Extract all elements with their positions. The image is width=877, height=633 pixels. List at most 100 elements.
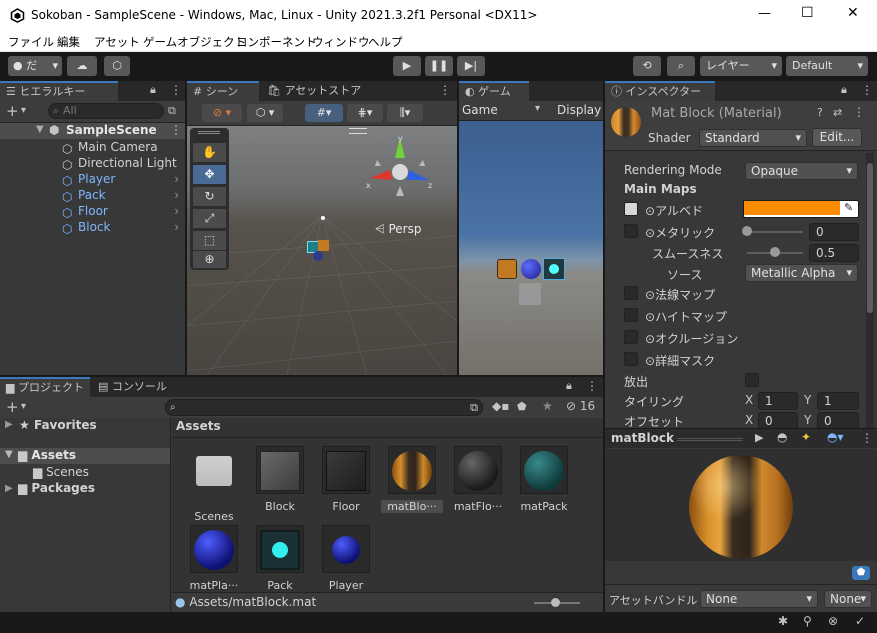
emission-checkbox[interactable] xyxy=(745,373,759,387)
asset-item[interactable]: Player xyxy=(315,525,377,592)
metallic-input[interactable]: 0 xyxy=(809,223,859,241)
scene-visibility-icon[interactable]: ⧉ xyxy=(168,104,176,118)
detail-mask-slot[interactable] xyxy=(624,352,638,366)
tab-hierarchy[interactable]: ☰ ヒエラルキー xyxy=(0,81,118,101)
asset-bundle-variant-dropdown[interactable]: None xyxy=(824,590,872,608)
asset-item[interactable]: matBlo··· xyxy=(381,446,443,513)
move-tool[interactable]: ✥ xyxy=(193,165,226,184)
account-dropdown[interactable]: ● だ ▾ xyxy=(8,56,62,76)
shading-dropdown[interactable]: ⬡ ▾ xyxy=(247,104,283,122)
create-button[interactable]: + xyxy=(6,398,19,416)
hierarchy-item[interactable]: ⬡ Player › xyxy=(62,171,185,188)
asset-item[interactable]: matPack xyxy=(513,446,575,513)
inspector-scroll-thumb[interactable] xyxy=(867,163,873,313)
gizmo-handle[interactable] xyxy=(349,128,367,134)
asset-item[interactable]: Scenes xyxy=(183,446,245,523)
help-icon[interactable]: ? xyxy=(817,106,823,119)
icon-size-knob[interactable] xyxy=(551,598,560,607)
inspector-scrollbar[interactable] xyxy=(866,153,874,428)
expand-arrow-icon[interactable]: ▶ xyxy=(5,483,13,494)
sphere-mesh-icon[interactable]: ◓ xyxy=(777,430,787,444)
tab-inspector[interactable]: ⓘ インスペクター xyxy=(605,81,715,101)
tiling-y-input[interactable]: 1 xyxy=(817,392,859,410)
expand-arrow-icon[interactable]: ▼ xyxy=(36,124,44,135)
albedo-color-field[interactable]: ✎ xyxy=(743,200,859,218)
menu-edit[interactable]: 編集 xyxy=(57,34,80,50)
favorite-star-icon[interactable]: ★ xyxy=(542,399,553,413)
asset-item[interactable]: Floor xyxy=(315,446,377,513)
chevron-right-icon[interactable]: › xyxy=(174,219,179,235)
tab-game[interactable]: ◐ ゲーム xyxy=(459,81,529,101)
chevron-down-icon[interactable]: ▾ xyxy=(535,103,540,114)
close-button[interactable]: ✕ xyxy=(847,5,859,21)
search-options-icon[interactable]: ⧉ xyxy=(470,400,478,415)
hierarchy-item[interactable]: ⬡ Block › xyxy=(62,219,185,236)
tab-scene[interactable]: # シーン xyxy=(187,81,259,101)
asset-item[interactable]: Pack xyxy=(249,525,311,592)
preview-drag-handle[interactable] xyxy=(677,438,743,441)
menu-help[interactable]: ヘルプ xyxy=(368,34,403,50)
hierarchy-item[interactable]: ⬡ Pack › xyxy=(62,187,185,204)
maximize-button[interactable]: ☐ xyxy=(801,5,814,21)
hierarchy-search-input[interactable]: ⌕ All xyxy=(48,103,164,119)
scale-tool[interactable]: ⤢ xyxy=(193,209,226,228)
more-menu-icon[interactable]: ⋮ xyxy=(861,83,873,97)
preset-icon[interactable]: ⇄ xyxy=(833,106,842,119)
collab-button[interactable]: ⬡ xyxy=(104,56,130,76)
chevron-right-icon[interactable]: › xyxy=(174,203,179,219)
expand-arrow-icon[interactable]: ▼ xyxy=(5,449,13,460)
display-dropdown[interactable]: Display xyxy=(557,103,601,117)
more-menu-icon[interactable]: ⋮ xyxy=(170,123,182,137)
more-menu-icon[interactable]: ⋮ xyxy=(170,83,182,97)
scenes-folder[interactable]: ▆ Scenes xyxy=(33,465,89,479)
add-button[interactable]: + xyxy=(6,102,19,120)
project-search-input[interactable]: ⌕ ⧉ xyxy=(165,399,483,416)
bug-icon[interactable]: ✱ xyxy=(778,614,788,628)
game-dropdown[interactable]: Game xyxy=(462,103,498,117)
hierarchy-item[interactable]: ⬡ Directional Light xyxy=(62,155,185,172)
grid-toggle[interactable]: #▾ xyxy=(305,104,343,122)
lock-icon[interactable]: 🔒︎ xyxy=(150,83,156,97)
orientation-gizmo[interactable]: y x z xyxy=(365,136,435,201)
menu-component[interactable]: コンポーネント xyxy=(236,34,317,50)
play-preview-icon[interactable]: ▶ xyxy=(755,431,763,444)
undo-history-button[interactable]: ⟲ xyxy=(633,56,661,76)
asset-item[interactable]: matPla··· xyxy=(183,525,245,592)
breadcrumb[interactable]: Assets xyxy=(176,419,221,433)
packages-folder[interactable]: ▆ Packages xyxy=(18,481,95,495)
label-tag-icon[interactable]: ⬟ xyxy=(852,566,870,580)
cloud-button[interactable]: ☁ xyxy=(67,56,97,76)
progress-check-icon[interactable]: ✓ xyxy=(855,614,865,628)
normal-map-slot[interactable] xyxy=(624,286,638,300)
asset-item[interactable]: Block xyxy=(249,446,311,513)
increment-dropdown[interactable]: ⫼▾ xyxy=(387,104,423,122)
chevron-right-icon[interactable]: › xyxy=(174,171,179,187)
menu-assets[interactable]: アセット xyxy=(94,34,140,50)
albedo-texture-slot[interactable] xyxy=(624,202,638,216)
snap-dropdown[interactable]: ⋕▾ xyxy=(347,104,383,122)
more-menu-icon[interactable]: ⋮ xyxy=(586,379,598,393)
pause-button[interactable]: ❚❚ xyxy=(425,56,453,76)
menu-window[interactable]: ウィンドウ xyxy=(312,34,370,50)
shader-dropdown[interactable]: Standard xyxy=(699,129,807,147)
block-object[interactable] xyxy=(318,240,329,251)
more-menu-icon[interactable]: ⋮ xyxy=(861,431,873,445)
assets-folder-row[interactable]: ▼ ▆ Assets xyxy=(0,448,170,464)
preview-shape-icon[interactable]: ◓▾ xyxy=(827,430,844,444)
tiling-x-input[interactable]: 1 xyxy=(758,392,798,410)
asset-bundle-dropdown[interactable]: None xyxy=(700,590,818,608)
tab-console[interactable]: ▤ コンソール xyxy=(92,377,182,397)
type-filter-icon[interactable]: ◆▪ xyxy=(492,399,509,413)
more-menu-icon[interactable]: ⋮ xyxy=(439,83,451,97)
palette-handle[interactable] xyxy=(198,131,220,134)
projection-toggle[interactable]: ⩤ Persp xyxy=(375,222,421,237)
hierarchy-item[interactable]: ⬡ Main Camera xyxy=(62,139,185,156)
lighting-icon[interactable]: ⊗ xyxy=(828,614,838,628)
network-icon[interactable]: ⚲ xyxy=(803,614,812,628)
metallic-texture-slot[interactable] xyxy=(624,224,638,238)
tab-asset-store[interactable]: 🛍︎ アセットストア xyxy=(261,81,371,101)
search-button[interactable]: ⌕ xyxy=(667,56,695,76)
label-filter-icon[interactable]: ⬟ xyxy=(517,400,527,413)
rendering-mode-dropdown[interactable]: Opaque xyxy=(745,162,858,180)
layers-dropdown[interactable]: レイヤー ▾ xyxy=(700,56,782,76)
